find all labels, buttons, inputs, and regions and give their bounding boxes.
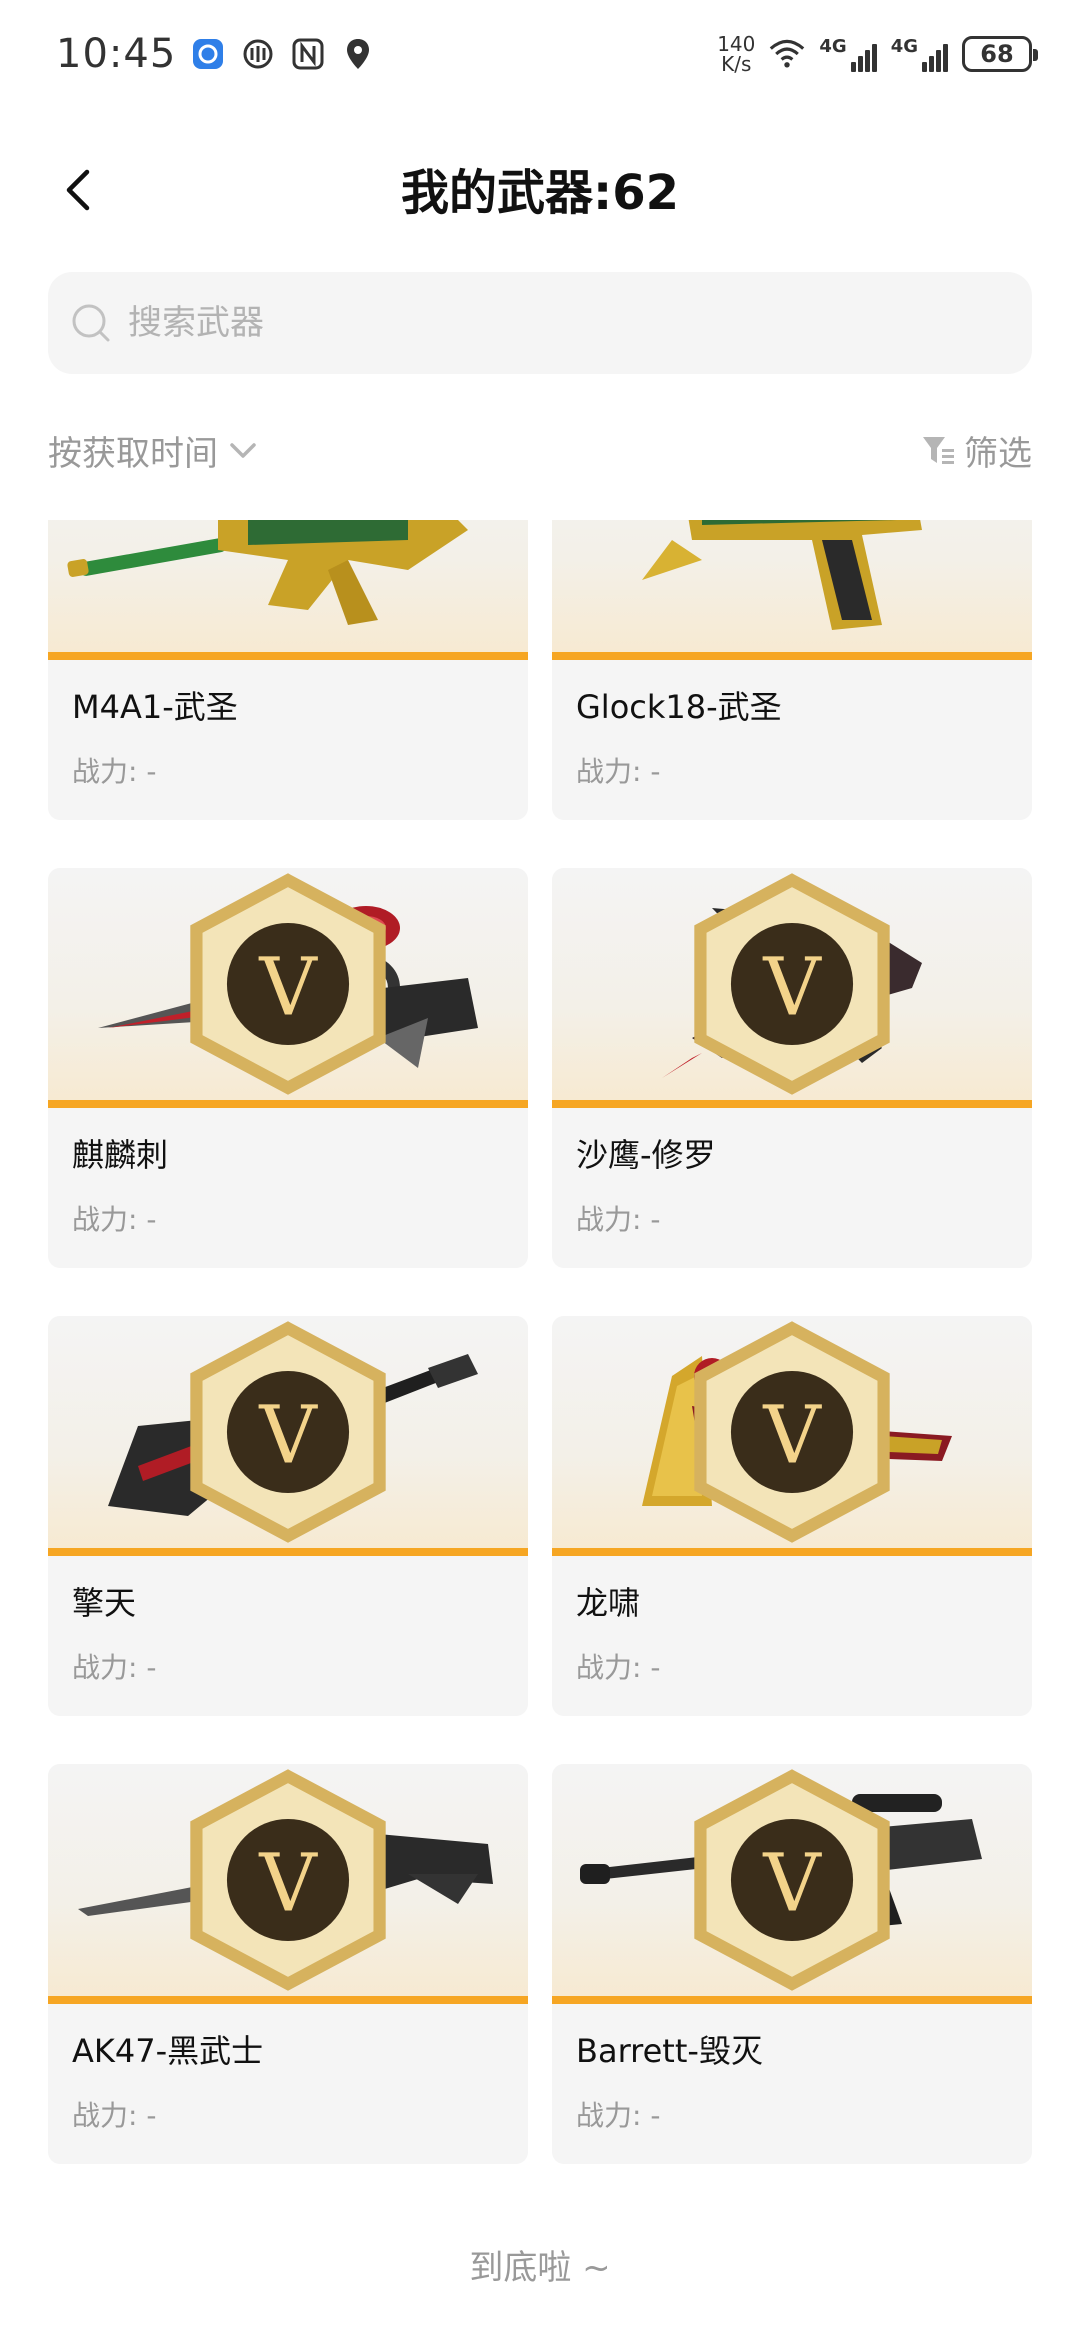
filter-label: 筛选	[964, 433, 1032, 474]
svg-text:V: V	[762, 1837, 822, 1930]
filter-icon	[923, 437, 954, 464]
svg-text:V: V	[258, 1837, 318, 1930]
vip-badge-icon: V	[190, 873, 386, 1095]
sync-icon	[240, 36, 276, 72]
wifi-icon	[769, 36, 805, 72]
location-icon	[340, 36, 376, 72]
signal-sim1-icon: 4G	[819, 36, 877, 72]
status-bar-right: 140 K/s 4G 4G 68	[717, 34, 1038, 74]
end-of-list-text: 到底啦 ~	[469, 2248, 611, 2288]
vip-badge-icon: V	[694, 873, 890, 1095]
weapon-power: 战力: -	[576, 1651, 661, 1684]
weapon-grid: M4A1-武圣 战力: - Glock18-武圣 战力: - V 麒麟刺 战力:…	[48, 520, 1032, 2164]
weapon-name: 龙啸	[576, 1584, 641, 1622]
sim2-label: 4G	[890, 36, 918, 57]
search-input[interactable]	[126, 302, 1006, 344]
weapon-power: 战力: -	[72, 2099, 157, 2132]
weapon-card[interactable]: V 龙啸 战力: -	[552, 1316, 1032, 1716]
weapon-power: 战力: -	[576, 1203, 661, 1236]
status-bar-left: 10:45	[56, 31, 376, 77]
search-bar[interactable]	[48, 272, 1032, 374]
weapon-name: 沙鹰-修罗	[576, 1136, 716, 1174]
sim1-label: 4G	[819, 36, 847, 57]
weapon-image: V	[48, 868, 528, 1108]
battery-level: 68	[980, 40, 1014, 68]
search-icon	[72, 304, 110, 342]
weapon-list[interactable]: M4A1-武圣 战力: - Glock18-武圣 战力: - V 麒麟刺 战力:…	[0, 520, 1080, 2180]
sort-dropdown[interactable]: 按获取时间	[48, 426, 260, 475]
sort-label: 按获取时间	[48, 433, 218, 474]
net-speed-unit: K/s	[721, 52, 752, 76]
weapon-power: 战力: -	[72, 755, 157, 788]
weapon-card[interactable]: M4A1-武圣 战力: -	[48, 520, 528, 820]
svg-text:V: V	[258, 1389, 318, 1482]
chevron-left-icon	[66, 169, 90, 211]
weapon-card[interactable]: V AK47-黑武士 战力: -	[48, 1764, 528, 2164]
weapon-card[interactable]: V 擎天 战力: -	[48, 1316, 528, 1716]
page-header: 我的武器:62	[0, 128, 1080, 248]
back-button[interactable]	[48, 160, 108, 220]
weapon-name: AK47-黑武士	[72, 2032, 264, 2070]
weapon-image: V	[552, 868, 1032, 1108]
svg-text:V: V	[762, 1389, 822, 1482]
weapon-name: 麒麟刺	[72, 1136, 169, 1174]
weapon-image: V	[48, 1764, 528, 2004]
weapon-name: M4A1-武圣	[72, 688, 238, 726]
filter-button[interactable]: 筛选	[920, 426, 1032, 475]
svg-text:V: V	[258, 941, 318, 1034]
page-title: 我的武器:62	[401, 165, 679, 221]
clock: 10:45	[56, 31, 177, 77]
weapon-power: 战力: -	[576, 755, 661, 788]
weapon-name: Glock18-武圣	[576, 688, 782, 726]
svg-text:V: V	[762, 941, 822, 1034]
weapon-image	[48, 520, 528, 660]
sort-filter-row: 按获取时间 筛选	[48, 420, 1032, 480]
weapon-card[interactable]: V Barrett-毁灭 战力: -	[552, 1764, 1032, 2164]
weapon-card[interactable]: V 麒麟刺 战力: -	[48, 868, 528, 1268]
vip-badge-icon: V	[190, 1769, 386, 1991]
weapon-name: Barrett-毁灭	[576, 2032, 763, 2070]
network-speed: 140 K/s	[717, 34, 755, 74]
net-speed-value: 140	[717, 32, 756, 56]
weapon-name: 擎天	[72, 1584, 137, 1622]
status-bar: 10:45 140 K/s 4G 4G 68	[0, 0, 1080, 108]
weapon-power: 战力: -	[72, 1203, 157, 1236]
vip-badge-icon: V	[694, 1769, 890, 1991]
vip-badge-icon: V	[694, 1321, 890, 1543]
weapon-image: V	[552, 1764, 1032, 2004]
chevron-down-icon	[230, 443, 256, 458]
weapon-power: 战力: -	[72, 1651, 157, 1684]
weapon-power: 战力: -	[576, 2099, 661, 2132]
weapon-image	[552, 520, 1032, 660]
weapon-image: V	[48, 1316, 528, 1556]
battery-icon: 68	[962, 36, 1038, 72]
signal-sim2-icon: 4G	[891, 36, 948, 72]
pistol-gold-icon	[642, 520, 922, 630]
vip-badge-icon: V	[190, 1321, 386, 1543]
weapon-card[interactable]: Glock18-武圣 战力: -	[552, 520, 1032, 820]
app-notification-icon	[190, 36, 226, 72]
nfc-icon	[290, 36, 326, 72]
weapon-card[interactable]: V 沙鹰-修罗 战力: -	[552, 868, 1032, 1268]
rifle-gold-icon	[67, 520, 468, 625]
weapon-image: V	[552, 1316, 1032, 1556]
